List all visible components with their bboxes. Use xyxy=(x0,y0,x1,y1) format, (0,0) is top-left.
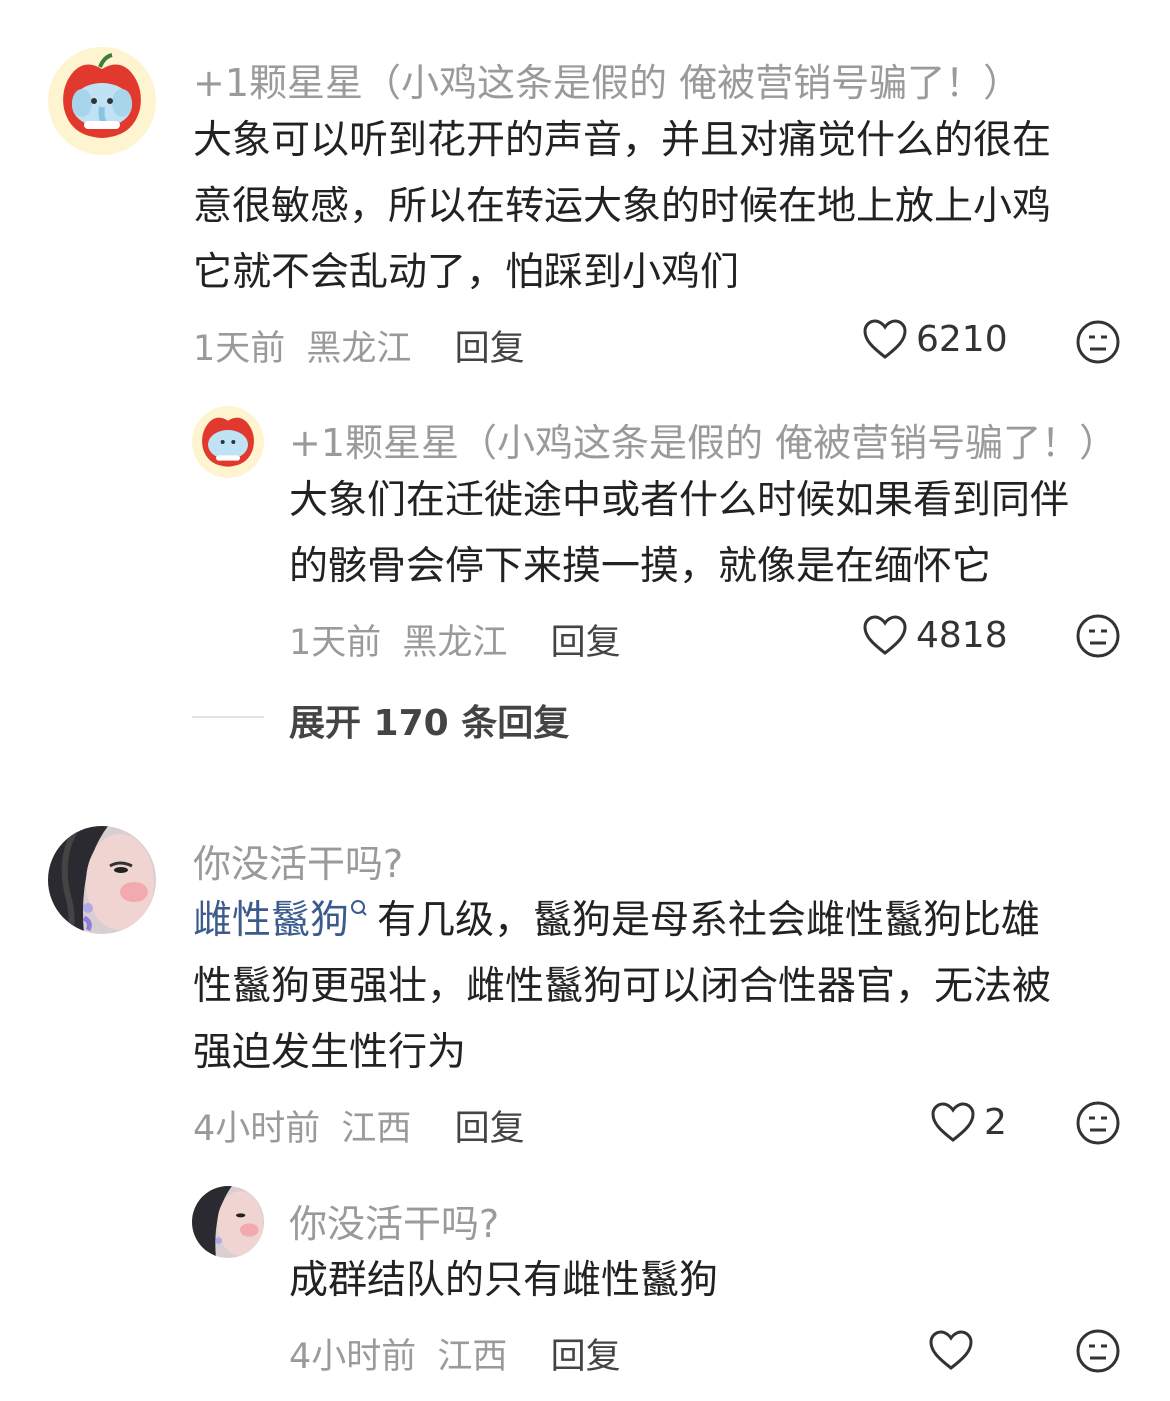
comment-time: 1天前 xyxy=(289,623,382,663)
search-icon xyxy=(351,900,367,916)
reply-button[interactable]: 回复 xyxy=(455,1109,525,1149)
heart-icon xyxy=(931,1102,975,1142)
comment-meta: 4小时前 江西 回复 xyxy=(193,1100,525,1151)
comment-text-segment: 有几级，鬣狗是母系社会雌性鬣狗比雄 xyxy=(377,898,1041,943)
apple-elephant-avatar-icon xyxy=(48,47,156,155)
comment-location: 黑龙江 xyxy=(306,329,412,369)
dislike-face-icon[interactable] xyxy=(1076,320,1120,364)
avatar[interactable] xyxy=(48,47,156,155)
girl-photo-avatar-icon xyxy=(48,826,156,934)
comment-location: 江西 xyxy=(341,1109,412,1149)
avatar[interactable] xyxy=(192,406,264,478)
like-count: 4818 xyxy=(916,614,1008,656)
comment-text-line: 它就不会乱动了，怕踩到小鸡们 xyxy=(193,250,740,295)
avatar[interactable] xyxy=(192,1186,264,1258)
heart-icon xyxy=(863,319,907,359)
comment-meta: 4小时前 江西 回复 xyxy=(289,1328,621,1379)
expand-replies-button[interactable]: 展开 170 条回复 xyxy=(289,694,569,746)
comment-meta: 1天前 黑龙江 回复 xyxy=(193,320,525,371)
like-count: 2 xyxy=(984,1101,1007,1143)
like-button[interactable] xyxy=(928,1329,982,1371)
comment-text: 雌性鬣狗 有几级，鬣狗是母系社会雌性鬣狗比雄 性鬣狗更强壮，雌性鬣狗可以闭合性器官… xyxy=(193,888,1133,1086)
comment-text-line: 强迫发生性行为 xyxy=(193,1030,467,1075)
comment-text-line: 意很敏感，所以在转运大象的时候在地上放上小鸡 xyxy=(193,184,1052,229)
heart-icon xyxy=(929,1330,973,1370)
divider xyxy=(192,716,264,718)
comment-username[interactable]: 你没活干吗? xyxy=(193,833,403,888)
mention-link[interactable]: 雌性鬣狗 xyxy=(193,898,349,943)
dislike-face-icon[interactable] xyxy=(1076,1101,1120,1145)
comment-text: 成群结队的只有雌性鬣狗 xyxy=(289,1248,1139,1314)
reply-button[interactable]: 回复 xyxy=(551,623,621,663)
comment-meta: 1天前 黑龙江 回复 xyxy=(289,614,621,665)
girl-photo-avatar-icon xyxy=(192,1186,264,1258)
comment-location: 江西 xyxy=(437,1337,508,1377)
comment-text-line: 大象们在迁徙途中或者什么时候如果看到同伴 xyxy=(289,478,1070,523)
comment-time: 4小时前 xyxy=(289,1337,417,1377)
heart-icon xyxy=(863,615,907,655)
avatar[interactable] xyxy=(48,826,156,934)
comment-text: 大象们在迁徙途中或者什么时候如果看到同伴 的骸骨会停下来摸一摸，就像是在缅怀它 xyxy=(289,468,1139,600)
comment-location: 黑龙江 xyxy=(402,623,508,663)
like-button[interactable]: 2 xyxy=(930,1101,1007,1143)
dislike-face-icon[interactable] xyxy=(1076,1329,1120,1373)
like-count: 6210 xyxy=(916,318,1008,360)
like-button[interactable]: 4818 xyxy=(862,614,1008,656)
comment-username[interactable]: +1颗星星（小鸡这条是假的 俺被营销号骗了！） xyxy=(289,412,1117,467)
apple-elephant-avatar-icon xyxy=(192,406,264,478)
comment-text: 大象可以听到花开的声音，并且对痛觉什么的很在 意很敏感，所以在转运大象的时候在地… xyxy=(193,108,1133,306)
reply-button[interactable]: 回复 xyxy=(455,329,525,369)
comment-text-line: 大象可以听到花开的声音，并且对痛觉什么的很在 xyxy=(193,118,1052,163)
like-button[interactable]: 6210 xyxy=(862,318,1008,360)
reply-button[interactable]: 回复 xyxy=(551,1337,621,1377)
comment-username[interactable]: +1颗星星（小鸡这条是假的 俺被营销号骗了！） xyxy=(193,52,1021,107)
comment-text-line: 性鬣狗更强壮，雌性鬣狗可以闭合性器官，无法被 xyxy=(193,964,1052,1009)
comment-time: 1天前 xyxy=(193,329,286,369)
comment-time: 4小时前 xyxy=(193,1109,321,1149)
comment-text-line: 成群结队的只有雌性鬣狗 xyxy=(289,1258,719,1303)
comment-username[interactable]: 你没活干吗? xyxy=(289,1193,499,1248)
comment-text-line: 的骸骨会停下来摸一摸，就像是在缅怀它 xyxy=(289,544,992,589)
comment-text-line: 雌性鬣狗 有几级，鬣狗是母系社会雌性鬣狗比雄 xyxy=(193,888,1133,954)
dislike-face-icon[interactable] xyxy=(1076,614,1120,658)
